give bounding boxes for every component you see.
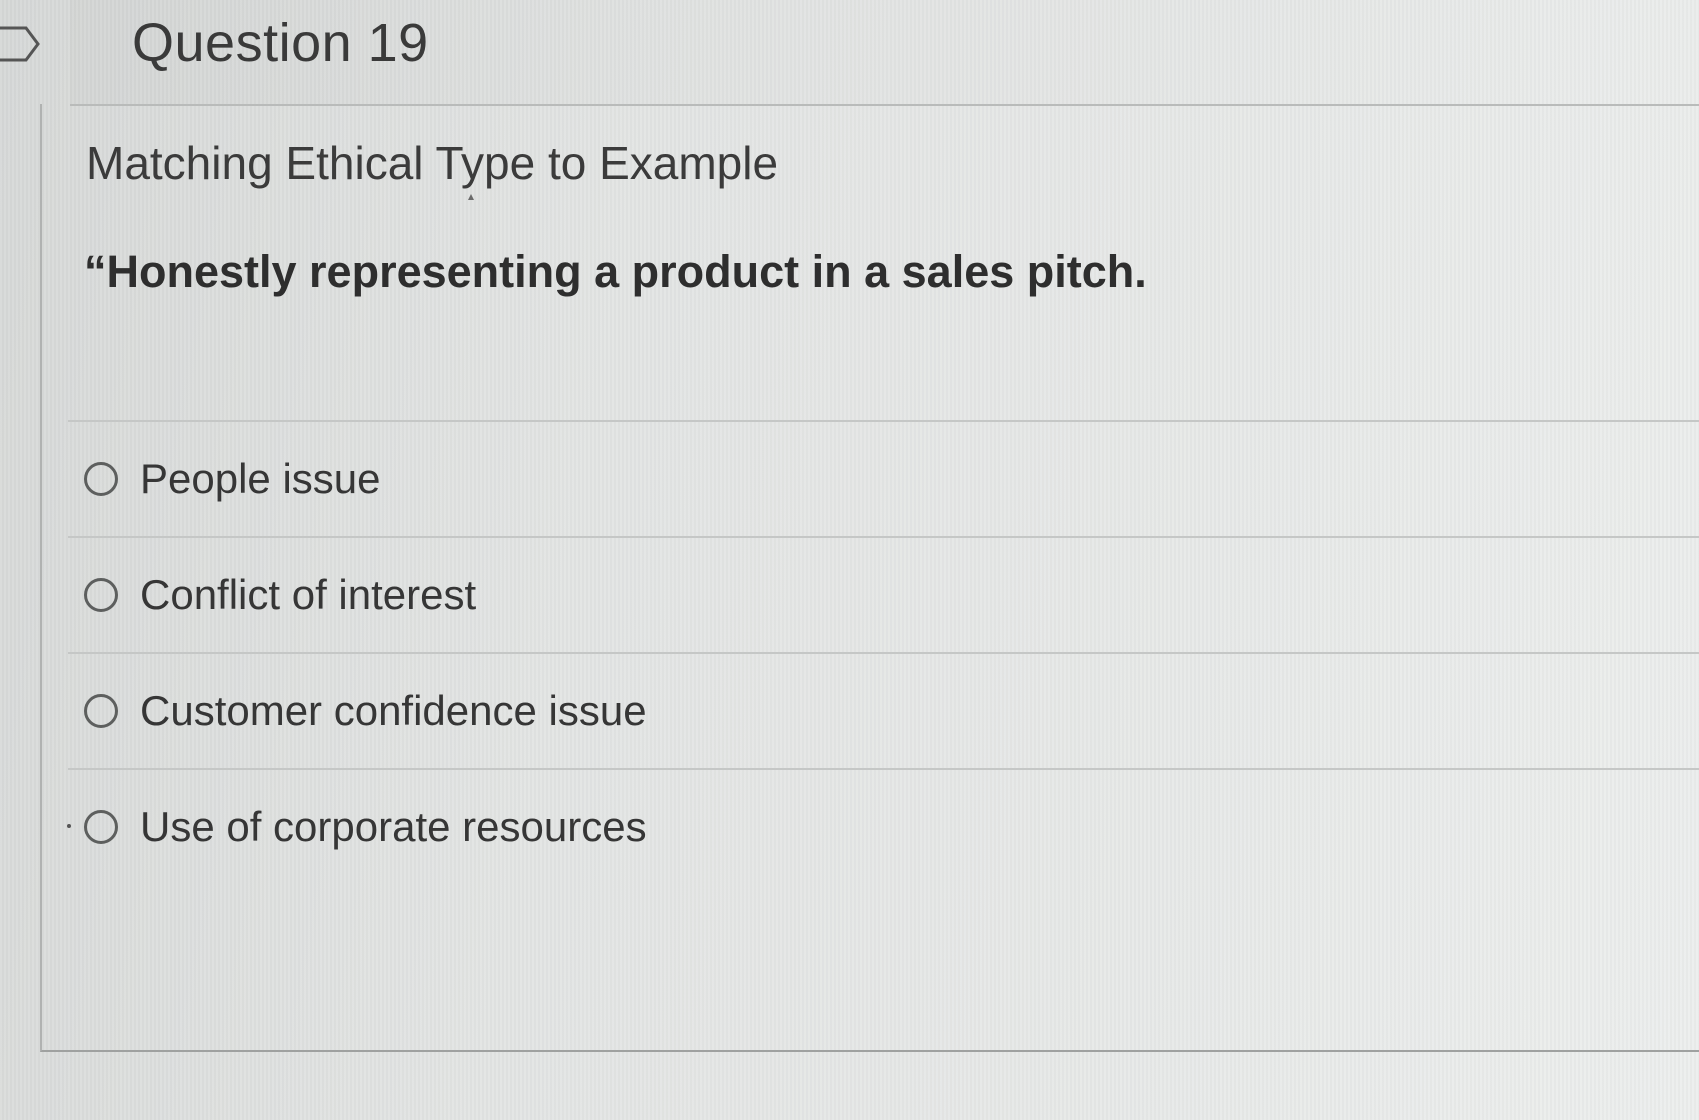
- question-header: Question 19: [70, 0, 1699, 106]
- answer-label[interactable]: Use of corporate resources: [140, 803, 647, 851]
- quiz-page: Question 19 Matching Ethical Type to Exa…: [0, 0, 1699, 1120]
- answer-option[interactable]: Customer confidence issue: [68, 652, 1699, 768]
- answer-label[interactable]: Conflict of interest: [140, 571, 476, 619]
- question-prompt: “Honestly representing a product in a sa…: [84, 246, 1147, 297]
- flag-icon[interactable]: [0, 24, 40, 64]
- question-title: Question 19: [132, 13, 429, 73]
- answer-option[interactable]: Use of corporate resources: [68, 768, 1699, 884]
- radio-button-icon[interactable]: [84, 462, 118, 496]
- radio-button-icon[interactable]: [84, 578, 118, 612]
- radio-button-icon[interactable]: [84, 694, 118, 728]
- question-heading: Matching Ethical Type to Example: [86, 137, 779, 189]
- answer-list: People issue Conflict of interest Custom…: [68, 420, 1699, 884]
- answer-option[interactable]: Conflict of interest: [68, 536, 1699, 652]
- cursor-mark: [468, 194, 474, 200]
- answer-option[interactable]: People issue: [68, 420, 1699, 536]
- stray-dot: [67, 824, 71, 828]
- radio-button-icon[interactable]: [84, 810, 118, 844]
- answer-label[interactable]: Customer confidence issue: [140, 687, 647, 735]
- answer-label[interactable]: People issue: [140, 455, 381, 503]
